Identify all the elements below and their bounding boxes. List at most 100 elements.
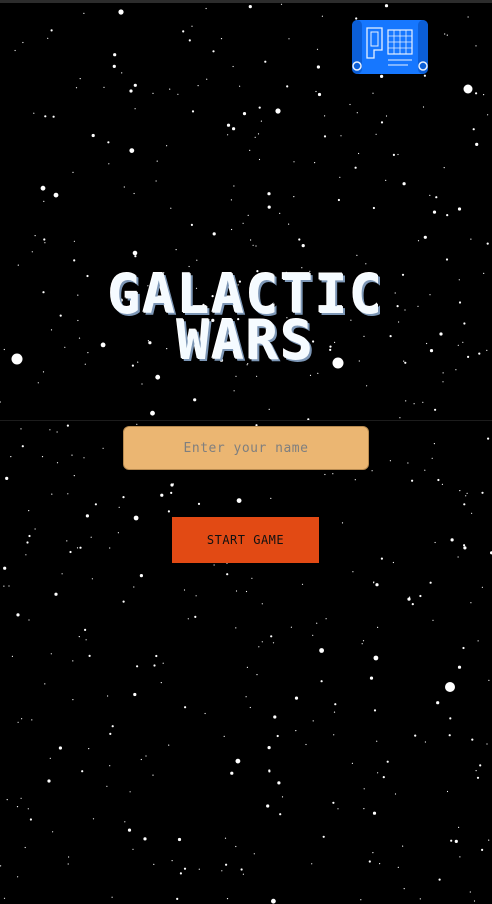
star bbox=[90, 536, 92, 538]
star bbox=[471, 512, 473, 514]
star bbox=[204, 712, 206, 715]
star bbox=[179, 872, 182, 875]
bright-star bbox=[132, 250, 138, 256]
star bbox=[373, 582, 375, 584]
star bbox=[266, 804, 270, 808]
star bbox=[333, 711, 336, 713]
star bbox=[288, 223, 290, 225]
star bbox=[21, 718, 23, 720]
star bbox=[168, 744, 170, 746]
star bbox=[251, 577, 253, 579]
star bbox=[312, 634, 314, 636]
star bbox=[444, 33, 446, 35]
star bbox=[403, 888, 405, 890]
title-line-wars: WARS bbox=[176, 309, 316, 372]
star bbox=[487, 114, 489, 116]
star bbox=[317, 372, 319, 374]
star bbox=[112, 64, 116, 68]
star bbox=[369, 676, 374, 680]
star bbox=[85, 514, 89, 518]
star bbox=[85, 639, 87, 641]
star bbox=[463, 544, 466, 547]
star bbox=[368, 860, 371, 863]
star bbox=[450, 839, 453, 842]
star bbox=[187, 618, 189, 620]
star bbox=[221, 870, 223, 872]
star bbox=[153, 863, 155, 866]
star bbox=[26, 541, 29, 544]
star bbox=[109, 547, 111, 549]
star bbox=[123, 186, 125, 188]
star bbox=[433, 443, 435, 445]
star bbox=[442, 381, 444, 383]
star bbox=[258, 158, 261, 161]
star bbox=[131, 364, 134, 367]
star bbox=[103, 86, 105, 88]
star bbox=[488, 679, 490, 682]
star bbox=[397, 866, 399, 869]
star bbox=[206, 78, 208, 80]
star bbox=[319, 648, 324, 653]
star bbox=[323, 135, 327, 138]
star bbox=[423, 235, 427, 239]
star bbox=[324, 473, 326, 476]
star bbox=[183, 589, 186, 591]
star bbox=[481, 586, 483, 588]
star bbox=[47, 37, 49, 39]
star bbox=[407, 462, 409, 464]
star bbox=[366, 385, 368, 387]
star bbox=[337, 808, 339, 810]
star bbox=[152, 774, 154, 776]
star bbox=[136, 665, 139, 668]
star bbox=[320, 680, 323, 683]
start-game-button[interactable]: START GAME bbox=[172, 517, 319, 563]
star bbox=[441, 483, 443, 485]
star bbox=[467, 16, 469, 18]
star bbox=[10, 456, 12, 458]
star bbox=[288, 38, 290, 40]
star bbox=[394, 793, 397, 795]
player-name-input[interactable] bbox=[123, 426, 369, 470]
star bbox=[155, 374, 161, 380]
star bbox=[324, 115, 326, 117]
star bbox=[424, 741, 426, 743]
star bbox=[107, 695, 109, 697]
star bbox=[486, 242, 489, 245]
star bbox=[295, 730, 297, 732]
star bbox=[437, 478, 440, 482]
star bbox=[153, 664, 156, 667]
star bbox=[235, 627, 237, 629]
star bbox=[195, 595, 197, 597]
star bbox=[37, 382, 39, 384]
star bbox=[17, 264, 19, 266]
star bbox=[268, 408, 270, 410]
star bbox=[293, 161, 295, 163]
star bbox=[28, 510, 30, 512]
star bbox=[171, 860, 173, 862]
star bbox=[182, 30, 185, 33]
blueprint-button[interactable] bbox=[350, 18, 430, 76]
star bbox=[79, 78, 81, 80]
star bbox=[458, 826, 460, 829]
star bbox=[129, 89, 133, 93]
star bbox=[445, 258, 449, 261]
star bbox=[434, 408, 437, 411]
star bbox=[352, 571, 354, 573]
star bbox=[220, 38, 223, 40]
star bbox=[242, 222, 244, 224]
star bbox=[172, 483, 174, 485]
star bbox=[273, 715, 277, 719]
star bbox=[75, 87, 78, 89]
star bbox=[279, 813, 282, 816]
star bbox=[358, 152, 360, 155]
star bbox=[361, 643, 363, 645]
star bbox=[399, 417, 401, 419]
star bbox=[66, 540, 68, 542]
star bbox=[402, 182, 406, 186]
star bbox=[479, 764, 482, 767]
star bbox=[293, 196, 295, 198]
star bbox=[432, 619, 434, 621]
star bbox=[272, 642, 275, 644]
star bbox=[108, 163, 110, 165]
star bbox=[230, 771, 234, 775]
